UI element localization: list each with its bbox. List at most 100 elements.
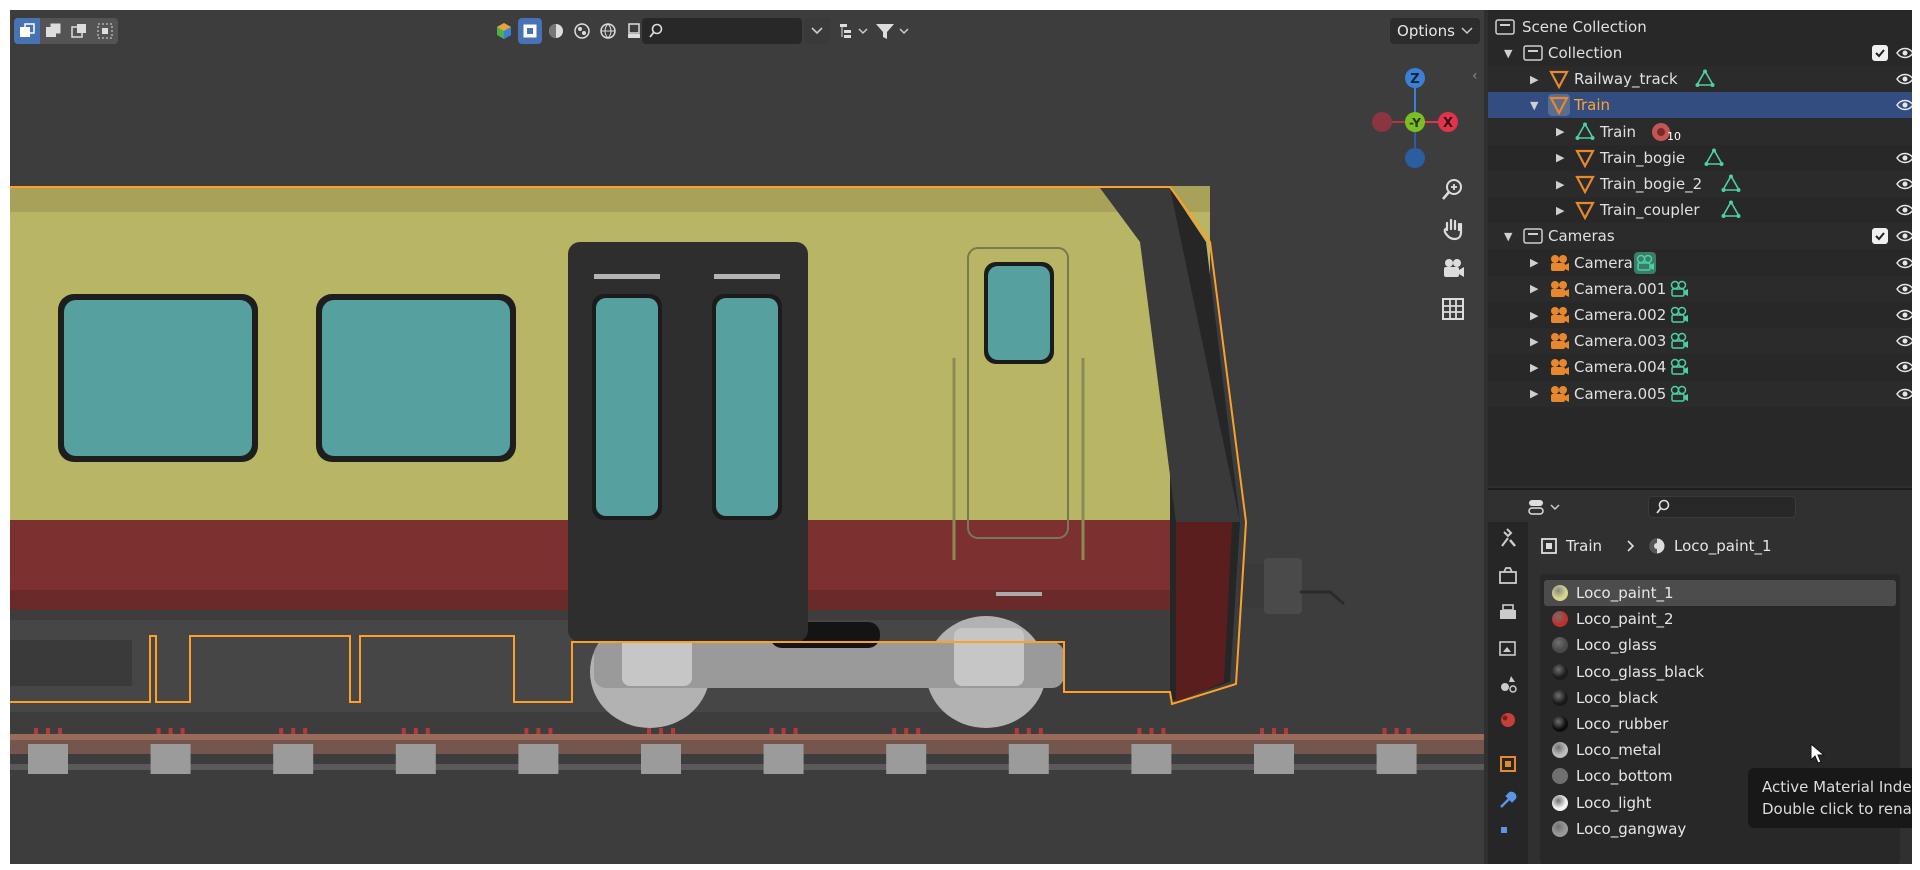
- outliner-row-train[interactable]: ▶ Train 10: [1488, 118, 1912, 145]
- solid-shading-icon[interactable]: [544, 18, 568, 44]
- material-preview-icon[interactable]: [570, 18, 594, 44]
- gizmo-neg-x-axis[interactable]: [1372, 112, 1392, 132]
- camera-data-icon[interactable]: [1668, 304, 1690, 326]
- train-scene[interactable]: [10, 52, 1484, 864]
- outliner-row-train[interactable]: ▼ Train: [1488, 92, 1912, 119]
- outliner-row-railway-track[interactable]: ▶ Railway_track: [1488, 66, 1912, 93]
- outliner-scene-collection-row[interactable]: Scene Collection: [1488, 14, 1912, 40]
- visibility-eye-icon[interactable]: [1896, 177, 1912, 191]
- outliner-row-camera-004[interactable]: ▶ Camera.004: [1488, 354, 1912, 380]
- material-slot-loco-rubber[interactable]: Loco_rubber: [1544, 711, 1896, 737]
- pan-hand-icon[interactable]: [1436, 212, 1470, 246]
- material-slot-loco-glass-black[interactable]: Loco_glass_black: [1544, 659, 1896, 685]
- expand-down-arrow-icon[interactable]: ▼: [1530, 99, 1538, 112]
- material-slot-loco-black[interactable]: Loco_black: [1544, 685, 1896, 711]
- expand-right-arrow-icon[interactable]: ▶: [1530, 282, 1538, 295]
- camera-data-icon[interactable]: [1668, 383, 1690, 405]
- outliner-row-train-coupler[interactable]: ▶ Train_coupler: [1488, 197, 1912, 223]
- expand-right-arrow-icon[interactable]: ▶: [1556, 178, 1564, 191]
- navigation-gizmo[interactable]: Z X -Y: [1360, 58, 1470, 168]
- wireframe-xray-toggle-button[interactable]: [518, 18, 542, 44]
- outliner-row-camera-005[interactable]: ▶ Camera.005: [1488, 380, 1912, 407]
- select-subtract-mode-button[interactable]: [66, 18, 92, 44]
- visibility-eye-icon[interactable]: [1896, 334, 1912, 348]
- material-slot-loco-paint-1[interactable]: Loco_paint_1: [1544, 580, 1896, 606]
- camera-data-icon[interactable]: [1668, 356, 1690, 378]
- outliner-row-train-bogie[interactable]: ▶ Train_bogie: [1488, 145, 1912, 171]
- expand-right-arrow-icon[interactable]: ▶: [1556, 125, 1564, 138]
- editor-type-dropdown[interactable]: [1524, 495, 1566, 519]
- rail-bolt: [1026, 728, 1031, 734]
- expand-down-arrow-icon[interactable]: ▼: [1504, 230, 1512, 243]
- expand-right-arrow-icon[interactable]: ▶: [1530, 309, 1538, 322]
- select-extend-mode-button[interactable]: [40, 18, 66, 44]
- search-dropdown-chevron-icon[interactable]: [804, 18, 830, 44]
- material-slot-loco-metal[interactable]: Loco_metal: [1544, 737, 1896, 763]
- visibility-eye-icon[interactable]: [1896, 229, 1912, 243]
- outliner-row-camera-003[interactable]: ▶ Camera.003: [1488, 328, 1912, 355]
- visibility-eye-icon[interactable]: [1896, 203, 1912, 217]
- expand-right-arrow-icon[interactable]: ▶: [1556, 204, 1564, 217]
- filter-hierarchy-icon[interactable]: [836, 18, 872, 44]
- modifier-wrench-tab-icon[interactable]: [1496, 788, 1520, 812]
- rendered-shading-icon[interactable]: [596, 18, 620, 44]
- visibility-eye-icon[interactable]: [1896, 256, 1912, 270]
- camera-view-icon[interactable]: [1436, 252, 1470, 286]
- visibility-eye-icon[interactable]: [1896, 151, 1912, 165]
- expand-right-arrow-icon[interactable]: ▶: [1530, 361, 1538, 374]
- object-tab-icon[interactable]: [1496, 752, 1520, 776]
- tool-settings-tab-icon[interactable]: [1496, 526, 1520, 550]
- expand-down-arrow-icon[interactable]: ▼: [1504, 47, 1512, 60]
- select-invert-mode-button[interactable]: [92, 18, 118, 44]
- visibility-eye-icon[interactable]: [1896, 282, 1912, 296]
- zoom-icon[interactable]: [1436, 172, 1470, 206]
- material-preview-icon: [1552, 663, 1568, 680]
- mesh-data-icon[interactable]: [1720, 199, 1742, 221]
- material-slot-loco-paint-2[interactable]: Loco_paint_2: [1544, 606, 1896, 632]
- expand-right-arrow-icon[interactable]: ▶: [1530, 256, 1538, 269]
- visibility-eye-icon[interactable]: [1896, 72, 1912, 86]
- visibility-eye-icon[interactable]: [1896, 360, 1912, 374]
- material-slot-loco-glass[interactable]: Loco_glass: [1544, 632, 1896, 658]
- render-tab-icon[interactable]: [1496, 564, 1520, 588]
- materials-count-icon[interactable]: 10: [1651, 121, 1681, 143]
- scene-tab-icon[interactable]: [1496, 672, 1520, 696]
- mesh-data-icon[interactable]: [1720, 173, 1742, 195]
- outliner-row-camera-002[interactable]: ▶ Camera.002: [1488, 302, 1912, 328]
- select-box-mode-button[interactable]: [14, 18, 40, 44]
- output-tab-icon[interactable]: [1496, 600, 1520, 624]
- particles-tab-icon[interactable]: [1496, 822, 1520, 846]
- camera-data-icon[interactable]: [1668, 278, 1690, 300]
- mesh-data-icon[interactable]: [1703, 147, 1725, 169]
- expand-right-arrow-icon[interactable]: ▶: [1530, 335, 1538, 348]
- object-type-visibility-icon[interactable]: [492, 18, 516, 44]
- 3d-viewport[interactable]: Options Z X -Y ‹: [10, 10, 1484, 864]
- visibility-eye-icon[interactable]: [1896, 98, 1912, 112]
- visibility-eye-icon[interactable]: [1896, 46, 1912, 60]
- material-slot-name: Loco_glass: [1576, 636, 1657, 655]
- camera-data-icon[interactable]: [1668, 330, 1690, 352]
- gizmo-neg-z-axis[interactable]: [1405, 148, 1425, 168]
- expand-right-arrow-icon[interactable]: ▶: [1530, 387, 1538, 400]
- outliner-row-cameras[interactable]: ▼ Cameras: [1488, 223, 1912, 250]
- collection-include-checkbox[interactable]: [1872, 228, 1888, 245]
- orthographic-grid-icon[interactable]: [1436, 292, 1470, 326]
- outliner-row-camera-001[interactable]: ▶ Camera.001: [1488, 275, 1912, 302]
- sidebar-collapse-arrow-icon[interactable]: ‹: [1472, 68, 1478, 84]
- properties-search-field[interactable]: [1648, 496, 1796, 518]
- expand-right-arrow-icon[interactable]: ▶: [1530, 73, 1538, 86]
- filter-funnel-icon[interactable]: [872, 18, 912, 44]
- outliner-row-camera[interactable]: ▶ Camera: [1488, 250, 1912, 276]
- expand-right-arrow-icon[interactable]: ▶: [1556, 151, 1564, 164]
- world-tab-icon[interactable]: [1496, 708, 1520, 732]
- visibility-eye-icon[interactable]: [1896, 387, 1912, 401]
- viewport-search-field[interactable]: [642, 18, 802, 44]
- mesh-data-icon[interactable]: [1694, 68, 1716, 90]
- view-layer-tab-icon[interactable]: [1496, 636, 1520, 660]
- outliner-row-collection[interactable]: ▼ Collection: [1488, 40, 1912, 66]
- options-dropdown-button[interactable]: Options: [1390, 18, 1480, 44]
- camera-data-icon[interactable]: [1633, 251, 1656, 274]
- collection-include-checkbox[interactable]: [1872, 45, 1888, 61]
- visibility-eye-icon[interactable]: [1896, 308, 1912, 322]
- outliner-row-train-bogie-2[interactable]: ▶ Train_bogie_2: [1488, 171, 1912, 197]
